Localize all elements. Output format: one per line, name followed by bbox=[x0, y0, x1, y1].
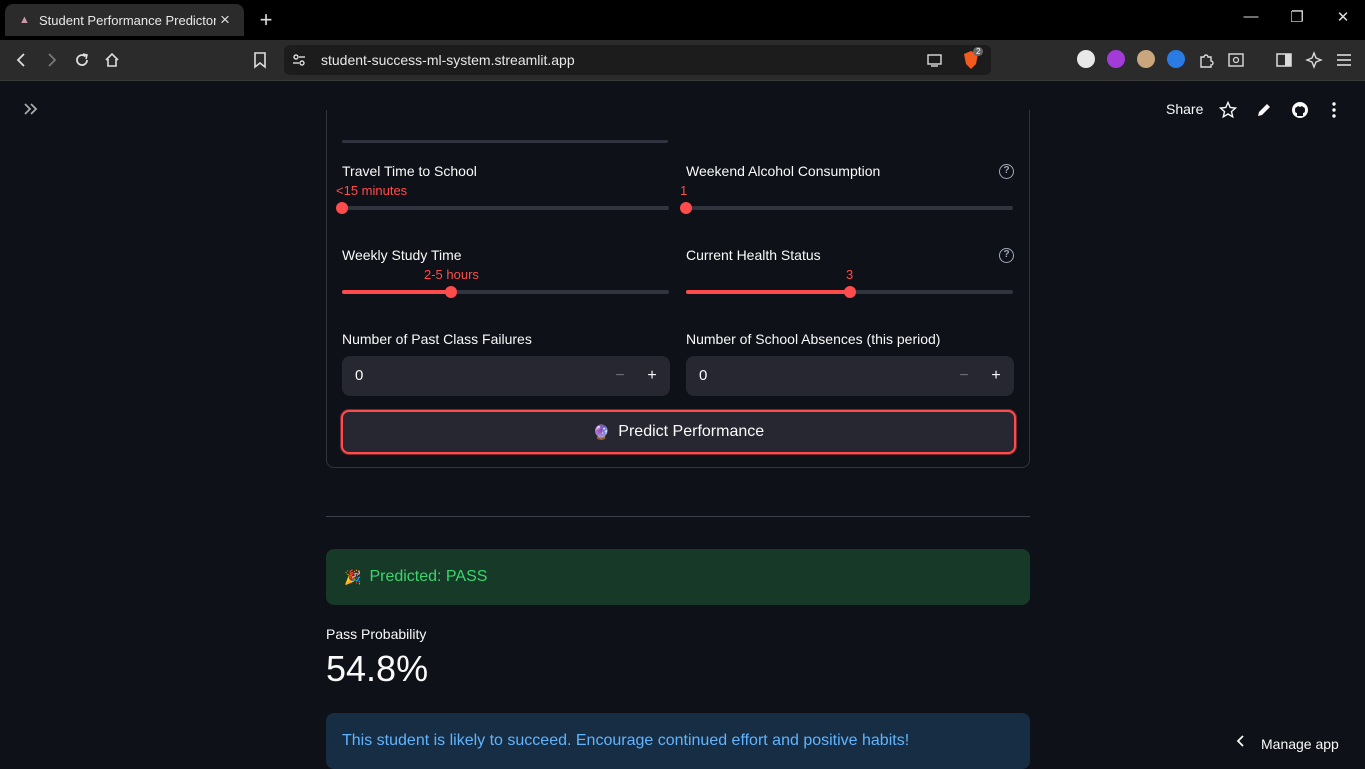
failures-number-input[interactable]: 0 − + bbox=[342, 356, 670, 396]
github-icon[interactable] bbox=[1290, 100, 1310, 120]
advice-info-alert: This student is likely to succeed. Encou… bbox=[326, 713, 1030, 769]
alcohol-value: 1 bbox=[680, 183, 688, 198]
graduation-cap-icon: ▲ bbox=[19, 14, 30, 26]
health-label: Current Health Status bbox=[686, 247, 821, 263]
travel-time-label: Travel Time to School bbox=[342, 163, 477, 179]
star-icon[interactable] bbox=[1218, 100, 1238, 120]
health-thumb[interactable] bbox=[843, 286, 856, 298]
alcohol-thumb[interactable] bbox=[680, 202, 692, 214]
expand-sidebar-icon[interactable] bbox=[22, 100, 40, 124]
section-divider bbox=[326, 516, 1030, 517]
travel-time-thumb[interactable] bbox=[336, 202, 348, 214]
absences-decrement-button[interactable]: − bbox=[953, 365, 975, 387]
pass-probability-label: Pass Probability bbox=[326, 626, 427, 642]
extension-lr-icon[interactable] bbox=[1107, 50, 1125, 68]
back-icon[interactable] bbox=[11, 49, 33, 71]
travel-time-slider[interactable] bbox=[336, 202, 669, 214]
absences-number-input[interactable]: 0 − + bbox=[686, 356, 1014, 396]
tab-title: Student Performance Predictor bbox=[39, 12, 216, 28]
alcohol-label: Weekend Alcohol Consumption bbox=[686, 163, 881, 179]
alcohol-help-icon[interactable]: ? bbox=[999, 164, 1014, 179]
menu-icon[interactable] bbox=[1333, 49, 1355, 71]
extension-cookie-icon[interactable] bbox=[1077, 50, 1095, 68]
reload-icon[interactable] bbox=[71, 49, 93, 71]
absences-value[interactable]: 0 bbox=[699, 367, 707, 384]
study-time-slider[interactable] bbox=[342, 286, 669, 298]
extension-face-icon[interactable] bbox=[1137, 50, 1155, 68]
bookmark-icon[interactable] bbox=[249, 49, 271, 71]
browser-tab-bar: ▲ Student Performance Predictor × + — ❐ … bbox=[0, 0, 1365, 40]
forward-icon[interactable] bbox=[40, 49, 62, 71]
prediction-success-alert: 🎉 Predicted: PASS bbox=[326, 549, 1030, 605]
advice-text: This student is likely to succeed. Encou… bbox=[342, 732, 910, 749]
new-tab-icon[interactable]: + bbox=[256, 7, 276, 33]
edit-pencil-icon[interactable] bbox=[1254, 100, 1274, 120]
extension-blue-icon[interactable] bbox=[1167, 50, 1185, 68]
reader-icon[interactable] bbox=[1225, 49, 1247, 71]
shields-badge: 2 bbox=[973, 47, 984, 56]
crystal-ball-icon: 🔮 bbox=[592, 423, 611, 440]
failures-increment-button[interactable]: + bbox=[641, 365, 663, 387]
leo-ai-icon[interactable] bbox=[1303, 49, 1325, 71]
pass-probability-value: 54.8% bbox=[326, 648, 429, 689]
close-tab-icon[interactable]: × bbox=[216, 10, 234, 30]
failures-value[interactable]: 0 bbox=[355, 367, 363, 384]
health-help-icon[interactable]: ? bbox=[999, 248, 1014, 263]
share-button[interactable]: Share bbox=[1166, 101, 1203, 117]
brave-shields-icon[interactable]: 2 bbox=[960, 47, 984, 71]
sidebar-panel-icon[interactable] bbox=[1273, 49, 1295, 71]
browser-tab[interactable]: ▲ Student Performance Predictor × bbox=[5, 4, 244, 36]
study-time-label: Weekly Study Time bbox=[342, 247, 462, 263]
predict-performance-button[interactable]: 🔮 Predict Performance bbox=[341, 410, 1016, 454]
install-app-icon[interactable] bbox=[924, 49, 946, 71]
extensions-puzzle-icon[interactable] bbox=[1195, 49, 1217, 71]
chevron-left-icon bbox=[1235, 734, 1245, 753]
health-value: 3 bbox=[846, 267, 854, 282]
app-menu-icon[interactable] bbox=[1324, 100, 1344, 120]
previous-input-edge bbox=[342, 140, 668, 143]
study-time-fill bbox=[342, 290, 451, 294]
health-fill bbox=[686, 290, 850, 294]
study-time-thumb[interactable] bbox=[444, 286, 457, 298]
minimize-icon[interactable]: — bbox=[1241, 8, 1261, 25]
predict-button-label: Predict Performance bbox=[618, 423, 765, 440]
site-info-icon[interactable] bbox=[288, 49, 310, 71]
failures-decrement-button[interactable]: − bbox=[609, 365, 631, 387]
restore-icon[interactable]: ❐ bbox=[1287, 8, 1307, 26]
absences-label: Number of School Absences (this period) bbox=[686, 331, 941, 347]
health-slider[interactable] bbox=[686, 286, 1013, 298]
window-close-icon[interactable]: ✕ bbox=[1333, 8, 1353, 26]
home-icon[interactable] bbox=[101, 49, 123, 71]
absences-increment-button[interactable]: + bbox=[985, 365, 1007, 387]
party-popper-icon: 🎉 bbox=[344, 568, 362, 585]
alcohol-slider[interactable] bbox=[680, 202, 1013, 214]
url-text[interactable]: student-success-ml-system.streamlit.app bbox=[321, 52, 575, 68]
failures-label: Number of Past Class Failures bbox=[342, 331, 532, 347]
study-time-value: 2-5 hours bbox=[424, 267, 479, 282]
manage-app-button[interactable]: Manage app bbox=[1235, 734, 1339, 753]
manage-app-label: Manage app bbox=[1261, 735, 1339, 752]
prediction-text: Predicted: PASS bbox=[369, 568, 488, 585]
travel-time-value: <15 minutes bbox=[336, 183, 408, 198]
